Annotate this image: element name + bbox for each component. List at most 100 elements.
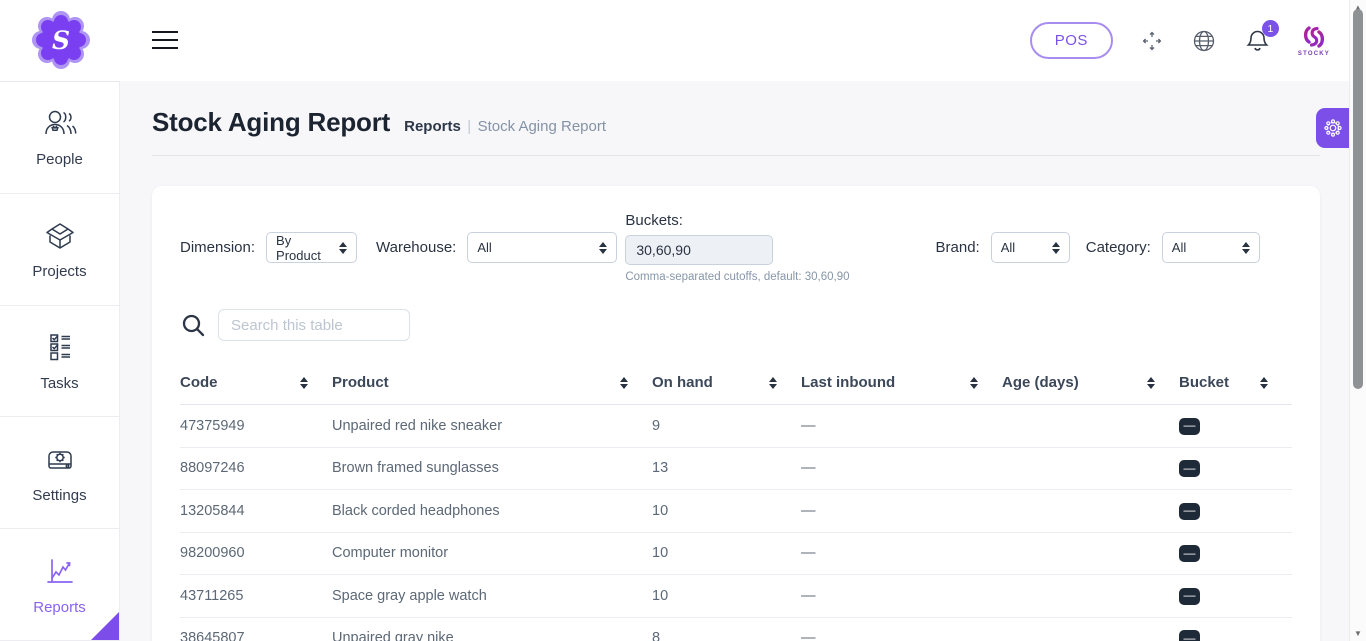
- table-row[interactable]: 47375949 Unpaired red nike sneaker 9 — —: [180, 405, 1292, 448]
- column-header-last-inbound[interactable]: Last inbound: [801, 365, 1002, 405]
- cell-last-inbound: —: [801, 490, 1002, 533]
- buckets-input[interactable]: [625, 235, 773, 265]
- column-label: Code: [180, 374, 218, 391]
- svg-text:S: S: [52, 26, 70, 55]
- page-title: Stock Aging Report: [152, 107, 390, 138]
- brand-label: Brand:: [936, 239, 980, 256]
- pos-button[interactable]: POS: [1030, 22, 1113, 59]
- scroll-down-arrow-icon[interactable]: ▼: [1350, 629, 1366, 638]
- notification-badge: 1: [1262, 20, 1279, 37]
- column-label: Product: [332, 374, 389, 391]
- cell-age-days: [1002, 617, 1179, 641]
- sort-icon[interactable]: [1147, 377, 1155, 389]
- sidebar-item-people[interactable]: People: [0, 82, 119, 194]
- column-label: Last inbound: [801, 374, 895, 391]
- sidebar-item-settings[interactable]: Settings: [0, 417, 119, 529]
- select-arrows-icon: [1242, 242, 1250, 254]
- cell-code: 98200960: [180, 532, 332, 575]
- cell-code: 88097246: [180, 447, 332, 490]
- cell-last-inbound: —: [801, 532, 1002, 575]
- select-arrows-icon: [339, 242, 347, 254]
- sort-icon[interactable]: [620, 377, 628, 389]
- stocky-logo-icon: [1300, 24, 1328, 50]
- dimension-select[interactable]: By Product: [266, 232, 357, 263]
- cell-code: 38645807: [180, 617, 332, 641]
- table-row[interactable]: 88097246 Brown framed sunglasses 13 — —: [180, 447, 1292, 490]
- cell-product: Unpaired gray nike: [332, 617, 652, 641]
- column-header-on-hand[interactable]: On hand: [652, 365, 801, 405]
- topbar-actions: POS 1: [1030, 0, 1330, 81]
- table-search-row: [180, 309, 1292, 341]
- language-button[interactable]: [1191, 28, 1217, 54]
- cell-on-hand: 10: [652, 575, 801, 618]
- column-header-code[interactable]: Code: [180, 365, 332, 405]
- cell-bucket: —: [1179, 447, 1292, 490]
- breadcrumb-section[interactable]: Reports: [404, 118, 461, 135]
- expand-arrows-button[interactable]: [1140, 29, 1164, 53]
- scrollbar-thumb[interactable]: [1353, 9, 1363, 389]
- search-input[interactable]: [218, 309, 410, 341]
- column-header-age-days[interactable]: Age (days): [1002, 365, 1179, 405]
- theme-settings-button[interactable]: [1316, 108, 1349, 148]
- cell-on-hand: 8: [652, 617, 801, 641]
- sidebar-item-tasks[interactable]: Tasks: [0, 306, 119, 418]
- sort-icon[interactable]: [970, 377, 978, 389]
- stocky-brand-label: STOCKY: [1298, 51, 1330, 57]
- bucket-badge: —: [1179, 588, 1200, 605]
- cell-code: 13205844: [180, 490, 332, 533]
- cell-product: Computer monitor: [332, 532, 652, 575]
- column-label: On hand: [652, 374, 713, 391]
- dimension-label: Dimension:: [180, 239, 255, 256]
- settings-drive-icon: [41, 442, 79, 478]
- table-row[interactable]: 43711265 Space gray apple watch 10 — —: [180, 575, 1292, 618]
- app-logo[interactable]: S: [32, 11, 90, 69]
- warehouse-value: All: [477, 240, 491, 255]
- gear-icon: [1323, 118, 1343, 138]
- bucket-badge: —: [1179, 630, 1200, 641]
- sidebar-item-label: Projects: [32, 263, 86, 280]
- category-value: All: [1172, 240, 1186, 255]
- main-content: Stock Aging Report Reports | Stock Aging…: [120, 81, 1366, 641]
- column-label: Age (days): [1002, 374, 1079, 391]
- sort-icon[interactable]: [769, 377, 777, 389]
- table-row[interactable]: 13205844 Black corded headphones 10 — —: [180, 490, 1292, 533]
- cell-bucket: —: [1179, 575, 1292, 618]
- sidebar-item-reports[interactable]: Reports: [0, 529, 119, 641]
- buckets-label: Buckets:: [625, 212, 849, 229]
- sort-icon[interactable]: [300, 377, 308, 389]
- sort-icon[interactable]: [1260, 377, 1268, 389]
- cell-last-inbound: —: [801, 447, 1002, 490]
- column-header-product[interactable]: Product: [332, 365, 652, 405]
- bucket-badge: —: [1179, 503, 1200, 520]
- sidebar-item-projects[interactable]: Projects: [0, 194, 119, 306]
- checklist-icon: [41, 330, 79, 366]
- cell-age-days: [1002, 575, 1179, 618]
- cell-age-days: [1002, 447, 1179, 490]
- cell-bucket: —: [1179, 490, 1292, 533]
- brand-select[interactable]: All: [991, 232, 1070, 263]
- warehouse-select[interactable]: All: [467, 232, 617, 263]
- column-header-bucket[interactable]: Bucket: [1179, 365, 1292, 405]
- stocky-brand[interactable]: STOCKY: [1298, 24, 1330, 57]
- menu-toggle-icon[interactable]: [152, 31, 178, 49]
- page-header: Stock Aging Report Reports | Stock Aging…: [152, 107, 1320, 138]
- category-select[interactable]: All: [1162, 232, 1260, 263]
- notifications-button[interactable]: 1: [1244, 27, 1271, 54]
- page-scrollbar[interactable]: ▲ ▼: [1349, 0, 1366, 641]
- buckets-field-group: Buckets: Comma-separated cutoffs, defaul…: [625, 212, 849, 283]
- open-box-icon: [41, 218, 79, 254]
- sidebar-item-label: Settings: [32, 487, 86, 504]
- bucket-badge: —: [1179, 545, 1200, 562]
- table-row[interactable]: 98200960 Computer monitor 10 — —: [180, 532, 1292, 575]
- cell-on-hand: 10: [652, 532, 801, 575]
- table-header-row: Code Product On hand Last inbound Age (d…: [180, 365, 1292, 405]
- move-arrows-icon: [1140, 29, 1164, 53]
- reports-chart-icon: [41, 554, 79, 590]
- people-icon: [41, 106, 79, 142]
- bucket-badge: —: [1179, 418, 1200, 435]
- globe-icon: [1191, 28, 1217, 54]
- sidebar-item-label: Reports: [33, 599, 86, 616]
- cell-last-inbound: —: [801, 617, 1002, 641]
- table-row[interactable]: 38645807 Unpaired gray nike 8 — —: [180, 617, 1292, 641]
- cell-product: Unpaired red nike sneaker: [332, 405, 652, 448]
